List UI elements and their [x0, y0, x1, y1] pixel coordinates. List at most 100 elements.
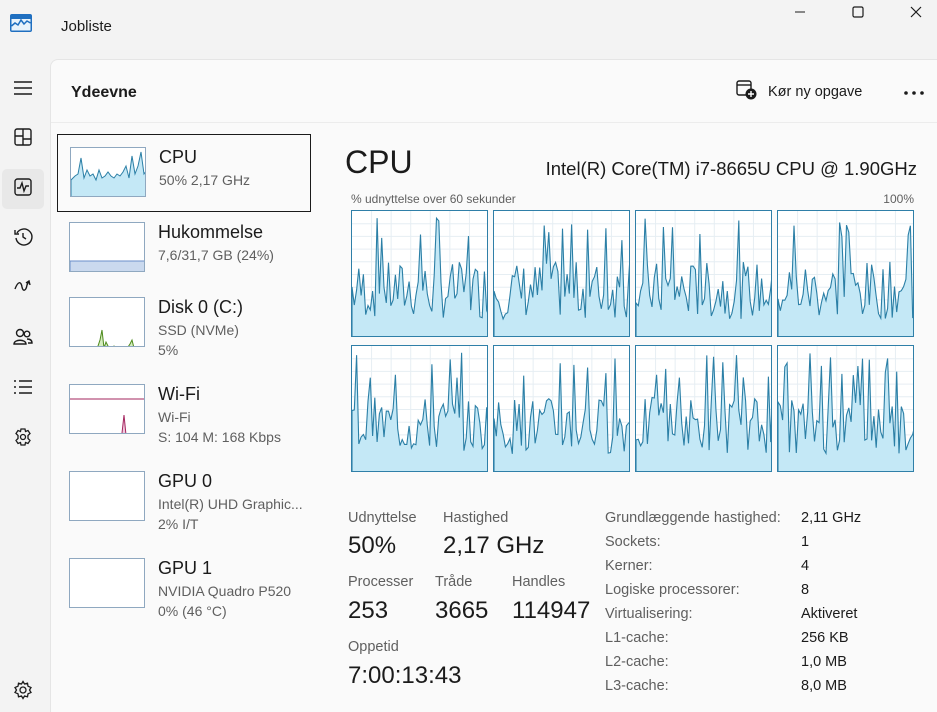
- l1-cache-label: L1-cache:: [605, 630, 669, 646]
- cpu-model-name: Intel(R) Core(TM) i7-8665U CPU @ 1.90GHz: [545, 158, 917, 179]
- core-usage-chart-3: [778, 211, 913, 336]
- device-gpu0-model: Intel(R) UHD Graphic...: [158, 496, 303, 512]
- close-icon: [910, 5, 922, 23]
- processes-icon: [13, 127, 33, 152]
- core-usage-chart-4: [352, 346, 487, 471]
- nav-item-performance[interactable]: [2, 169, 44, 209]
- nav-menu-button[interactable]: [2, 70, 44, 110]
- speed-label: Hastighed: [443, 510, 509, 526]
- sockets-value: 1: [801, 534, 810, 550]
- graph-max-label: 100%: [883, 192, 914, 206]
- users-icon: [12, 327, 34, 352]
- core-usage-series: [494, 224, 629, 336]
- logical-processors-value: 8: [801, 582, 810, 598]
- cpu-thumbnail-chart: [71, 151, 145, 196]
- cpu-heading: CPU: [345, 144, 413, 180]
- run-task-icon: [736, 80, 758, 104]
- nav-item-services[interactable]: [2, 419, 44, 459]
- cores-value: 4: [801, 558, 810, 574]
- speed-value: 2,17 GHz: [443, 532, 545, 559]
- minimize-button[interactable]: [770, 0, 830, 28]
- run-new-task-button[interactable]: Kør ny opgave: [736, 78, 862, 106]
- utilization-value: 50%: [348, 532, 397, 559]
- device-wifi-type: Wi-Fi: [158, 409, 191, 425]
- navigation-rail: [0, 56, 50, 712]
- memory-thumbnail-graph: [69, 222, 145, 272]
- device-gpu1-usage: 0% (46 °C): [158, 603, 227, 619]
- l2-cache-label: L2-cache:: [605, 654, 669, 670]
- logical-processor-graph-2: [635, 210, 772, 337]
- maximize-icon: [852, 5, 864, 23]
- core-usage-chart-0: [352, 211, 487, 336]
- device-wifi[interactable]: Wi-Fi Wi-Fi S: 104 M: 168 Kbps: [57, 372, 311, 450]
- services-icon: [13, 427, 33, 452]
- header-divider: [51, 122, 937, 123]
- device-gpu0-name: GPU 0: [158, 471, 213, 491]
- logical-processor-graph-5: [493, 345, 630, 472]
- device-disk-name: Disk 0 (C:): [158, 297, 243, 317]
- virtualization-label: Virtualisering:: [605, 606, 693, 622]
- minimize-icon: [794, 5, 806, 23]
- wifi-thumbnail-graph: [69, 384, 145, 434]
- logical-processor-graph-3: [777, 210, 914, 337]
- logical-processor-graph-7: [777, 345, 914, 472]
- logical-processor-graph-4: [351, 345, 488, 472]
- device-cpu[interactable]: CPU 50% 2,17 GHz: [57, 134, 311, 212]
- logical-processors-label: Logiske processorer:: [605, 582, 740, 598]
- device-disk-usage: 5%: [158, 342, 179, 358]
- device-disk-0[interactable]: Disk 0 (C:) SSD (NVMe) 5%: [57, 285, 311, 363]
- details-icon: [13, 379, 33, 400]
- close-button[interactable]: [886, 0, 937, 28]
- base-speed-label: Grundlæggende hastighed:: [605, 510, 781, 526]
- cores-label: Kerner:: [605, 558, 653, 574]
- device-cpu-name: CPU: [159, 147, 198, 167]
- disk-thumbnail-graph: [69, 297, 145, 347]
- device-wifi-name: Wi-Fi: [158, 384, 200, 404]
- gpu0-thumbnail-graph: [69, 471, 145, 521]
- disk-thumbnail-chart: [97, 329, 135, 346]
- nav-item-settings[interactable]: [2, 672, 44, 712]
- processes-label: Processer: [348, 574, 414, 590]
- nav-item-startup-apps[interactable]: [2, 269, 44, 309]
- l3-cache-value: 8,0 MB: [801, 678, 847, 694]
- core-usage-series: [352, 352, 487, 471]
- device-gpu0-usage: 2% I/T: [158, 516, 199, 532]
- l1-cache-value: 256 KB: [801, 630, 849, 646]
- logical-processor-graph-0: [351, 210, 488, 337]
- l3-cache-label: L3-cache:: [605, 678, 669, 694]
- app-history-icon: [13, 227, 33, 252]
- device-gpu1-name: GPU 1: [158, 558, 213, 578]
- device-gpu-1[interactable]: GPU 1 NVIDIA Quadro P520 0% (46 °C): [57, 546, 311, 624]
- core-usage-series: [494, 358, 629, 471]
- handles-value: 114947: [512, 597, 591, 624]
- run-task-label: Kør ny opgave: [768, 84, 863, 100]
- device-gpu-0[interactable]: GPU 0 Intel(R) UHD Graphic... 2% I/T: [57, 459, 311, 537]
- nav-item-processes[interactable]: [2, 119, 44, 159]
- graph-caption: % udnyttelse over 60 sekunder: [351, 192, 516, 206]
- gpu0-thumbnail-chart: [70, 472, 145, 521]
- uptime-value: 7:00:13:43: [348, 662, 462, 689]
- device-memory[interactable]: Hukommelse 7,6/31,7 GB (24%): [57, 210, 311, 288]
- performance-page: Ydeevne Kør ny opgave CPU 50% 2,17 GHz H…: [50, 59, 937, 712]
- core-usage-series: [636, 355, 771, 471]
- nav-item-app-history[interactable]: [2, 219, 44, 259]
- hamburger-icon: [13, 80, 33, 101]
- logical-processor-graph-6: [635, 345, 772, 472]
- device-cpu-usage: 50% 2,17 GHz: [159, 172, 251, 188]
- maximize-button[interactable]: [828, 0, 888, 28]
- cpu-thumbnail-graph: [70, 147, 146, 197]
- logical-processor-graph-1: [493, 210, 630, 337]
- nav-item-details[interactable]: [2, 369, 44, 409]
- core-usage-chart-2: [636, 211, 771, 336]
- threads-label: Tråde: [435, 574, 473, 590]
- task-manager-app-icon: [10, 14, 32, 32]
- settings-icon: [13, 679, 33, 705]
- device-memory-usage: 7,6/31,7 GB (24%): [158, 247, 274, 263]
- device-wifi-throughput: S: 104 M: 168 Kbps: [158, 429, 281, 445]
- sockets-label: Sockets:: [605, 534, 661, 550]
- core-usage-chart-5: [494, 346, 629, 471]
- threads-value: 3665: [435, 597, 489, 624]
- uptime-label: Oppetid: [348, 639, 399, 655]
- nav-item-users[interactable]: [2, 319, 44, 359]
- more-options-button[interactable]: [899, 78, 929, 106]
